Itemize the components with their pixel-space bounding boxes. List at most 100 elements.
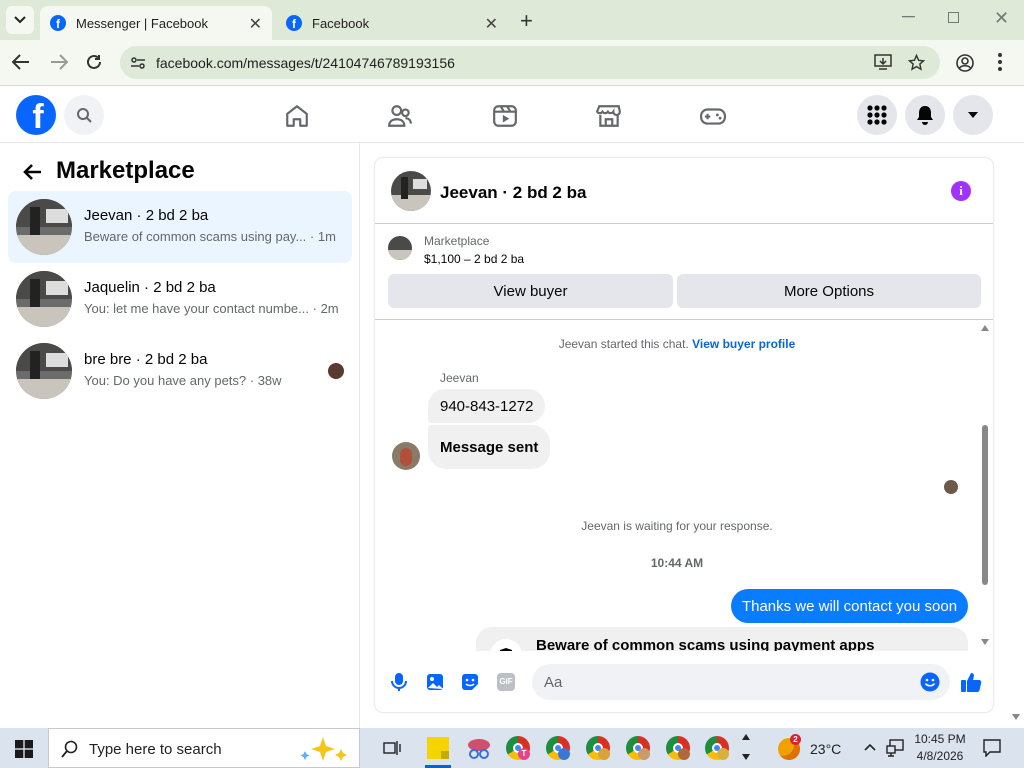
gaming-icon[interactable] xyxy=(700,103,726,129)
snipping-tool-icon[interactable] xyxy=(466,736,492,760)
seen-avatar xyxy=(328,363,344,379)
sticky-notes-icon[interactable] xyxy=(427,737,449,759)
chrome-profile-icon[interactable] xyxy=(586,736,610,760)
sender-avatar[interactable] xyxy=(392,442,420,470)
scroll-down-arrow-icon[interactable] xyxy=(981,639,989,645)
restore-window-button[interactable] xyxy=(948,12,959,23)
weather-widget[interactable]: 2 23°C xyxy=(776,734,846,762)
emoji-icon[interactable] xyxy=(920,672,940,692)
chat-title[interactable]: Jeevan · 2 bd 2 ba xyxy=(440,183,586,203)
taskbar-search-placeholder: Type here to search xyxy=(89,741,222,758)
account-button[interactable] xyxy=(953,95,993,135)
menu-button[interactable] xyxy=(857,95,897,135)
message-composer: GIF Aa xyxy=(375,658,993,712)
search-icon xyxy=(77,108,92,123)
close-tab-icon[interactable]: ✕ xyxy=(249,14,262,34)
facebook-logo-icon[interactable]: f xyxy=(16,95,56,135)
outgoing-message[interactable]: Thanks we will contact you soon xyxy=(731,589,968,623)
notifications-button[interactable] xyxy=(905,95,945,135)
site-settings-icon[interactable] xyxy=(130,55,146,71)
message-input[interactable]: Aa xyxy=(532,664,950,700)
chrome-profile-icon[interactable] xyxy=(705,736,729,760)
photo-icon[interactable] xyxy=(425,672,445,692)
view-buyer-button[interactable]: View buyer xyxy=(388,274,673,308)
thread-scrollbar[interactable] xyxy=(979,321,991,651)
chrome-profile-icon[interactable] xyxy=(666,736,690,760)
conversation-name: Jeevan · 2 bd 2 ba xyxy=(84,207,209,224)
tab-facebook[interactable]: f Facebook ✕ xyxy=(276,6,508,40)
listing-label: Marketplace xyxy=(424,234,490,248)
sticker-icon[interactable] xyxy=(460,672,480,692)
listing-price[interactable]: $1,100 – 2 bd 2 ba xyxy=(424,252,524,266)
conversation-item[interactable]: Jeevan · 2 bd 2 ba Beware of common scam… xyxy=(8,191,352,263)
tab-title: Messenger | Facebook xyxy=(76,15,208,31)
page-title: Marketplace xyxy=(56,157,195,184)
tab-search-dropdown-button[interactable] xyxy=(6,6,34,34)
browser-toolbar: facebook.com/messages/t/2410474678919315… xyxy=(0,40,1024,86)
incoming-message[interactable]: 940-843-1272 xyxy=(428,389,546,423)
taskbar-overflow-arrows[interactable] xyxy=(740,732,752,764)
home-icon[interactable] xyxy=(284,103,310,129)
page-scroll-down-icon[interactable] xyxy=(1012,714,1020,720)
scam-warning-card[interactable]: Beware of common scams using payment app… xyxy=(476,627,968,651)
browser-menu-icon[interactable] xyxy=(998,53,1002,71)
conversation-list-panel: Marketplace Jeevan · 2 bd 2 ba Beware of… xyxy=(0,143,360,728)
new-tab-button[interactable]: + xyxy=(520,8,533,34)
thumbs-up-icon[interactable] xyxy=(960,671,982,693)
listing-thumbnail xyxy=(16,271,72,327)
gif-icon[interactable]: GIF xyxy=(497,673,515,691)
more-options-button[interactable]: More Options xyxy=(677,274,981,308)
forward-arrow-icon[interactable] xyxy=(50,54,68,70)
address-bar[interactable]: facebook.com/messages/t/2410474678919315… xyxy=(120,46,940,79)
task-view-icon[interactable] xyxy=(383,740,401,756)
chevron-down-icon xyxy=(14,16,26,24)
profile-icon[interactable] xyxy=(956,54,974,72)
clock-date: 4/8/2026 xyxy=(916,749,964,763)
chrome-profile-icon[interactable] xyxy=(546,736,570,760)
conversation-name: Jaquelin · 2 bd 2 ba xyxy=(84,279,216,296)
bell-icon xyxy=(917,106,933,125)
network-icon[interactable] xyxy=(886,739,904,757)
facebook-favicon-icon: f xyxy=(50,15,66,31)
windows-taskbar: Type here to search T 2 23°C 10:45 PM 4/… xyxy=(0,728,1024,768)
tab-messenger[interactable]: f Messenger | Facebook ✕ xyxy=(40,6,272,40)
info-icon[interactable]: i xyxy=(951,181,971,201)
close-tab-icon[interactable]: ✕ xyxy=(485,14,498,34)
conversation-item[interactable]: bre bre · 2 bd 2 ba You: Do you have any… xyxy=(8,335,352,407)
view-buyer-profile-link[interactable]: View buyer profile xyxy=(692,337,795,351)
scrollbar-thumb[interactable] xyxy=(982,425,988,585)
chevron-up-icon xyxy=(742,734,750,740)
search-button[interactable] xyxy=(64,95,104,135)
video-icon[interactable] xyxy=(492,103,518,129)
chrome-profile-icon[interactable]: T xyxy=(506,736,530,760)
clock[interactable]: 10:45 PM 4/8/2026 xyxy=(912,731,968,765)
notification-center-icon[interactable] xyxy=(983,739,1001,757)
clock-time: 10:45 PM xyxy=(914,732,966,746)
conversation-preview: You: Do you have any pets? · 38w xyxy=(84,373,282,388)
chat-avatar[interactable] xyxy=(391,171,431,211)
taskbar-search-box[interactable]: Type here to search xyxy=(48,728,360,768)
listing-thumbnail xyxy=(388,236,412,260)
reload-icon[interactable] xyxy=(86,54,102,70)
chrome-profile-icon[interactable] xyxy=(626,736,650,760)
marketplace-icon[interactable] xyxy=(596,103,622,129)
scroll-up-arrow-icon[interactable] xyxy=(981,325,989,331)
chevron-up-icon[interactable] xyxy=(864,743,876,751)
friends-icon[interactable] xyxy=(387,103,413,129)
minimize-window-button[interactable]: ─ xyxy=(902,6,915,27)
back-arrow-icon[interactable] xyxy=(12,54,30,70)
chevron-down-icon xyxy=(742,754,750,760)
weather-temperature: 23°C xyxy=(810,741,842,757)
back-arrow-icon[interactable] xyxy=(22,163,42,181)
microphone-icon[interactable] xyxy=(389,672,409,692)
bookmark-star-icon[interactable] xyxy=(908,54,925,71)
install-app-icon[interactable] xyxy=(874,54,892,71)
marketplace-listing-bar: Marketplace $1,100 – 2 bd 2 ba View buye… xyxy=(375,224,993,320)
close-window-button[interactable]: ✕ xyxy=(994,8,1009,29)
search-icon xyxy=(61,740,78,758)
message-timestamp: 10:44 AM xyxy=(650,556,704,570)
message-thread: Jeevan started this chat. View buyer pro… xyxy=(375,321,979,651)
incoming-message[interactable]: Message sent xyxy=(428,425,551,469)
conversation-item[interactable]: Jaquelin · 2 bd 2 ba You: let me have yo… xyxy=(8,263,352,335)
windows-start-icon[interactable] xyxy=(15,740,33,758)
